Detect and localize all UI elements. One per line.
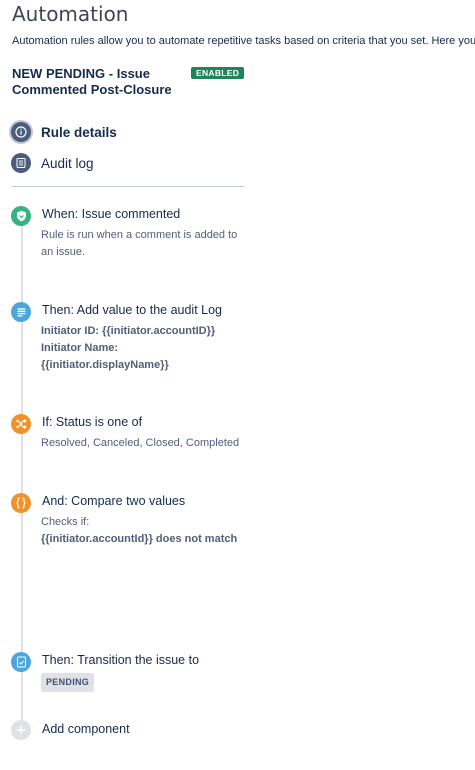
- shuffle-icon: [11, 414, 31, 434]
- component-title: When: Issue commented: [42, 207, 181, 221]
- nav-label-audit-log: Audit log: [41, 155, 94, 171]
- component-description: PENDING: [41, 673, 251, 692]
- status-lozenge: PENDING: [41, 673, 95, 692]
- transition-icon: [11, 652, 31, 672]
- description-line: Checks if:: [41, 516, 90, 528]
- description-line: Rule is run when a comment is added to: [41, 229, 238, 241]
- list-icon: [11, 153, 31, 173]
- component-description: Checks if: {{initiator.accountId}} does …: [41, 514, 281, 548]
- nav-audit-log[interactable]: Audit log: [11, 153, 94, 173]
- component-title: If: Status is one of: [42, 415, 143, 429]
- nav-label-rule-details: Rule details: [41, 124, 117, 140]
- status-badge: ENABLED: [191, 67, 245, 79]
- info-icon: [11, 122, 31, 142]
- component-title: Then: Transition the issue to: [42, 653, 200, 667]
- plus-icon: [11, 720, 31, 740]
- page-title: Automation: [12, 2, 129, 26]
- nav-rule-details[interactable]: Rule details: [11, 122, 117, 142]
- braces-icon: [11, 493, 31, 513]
- description-line: {{initiator.displayName}}: [41, 359, 169, 371]
- description-line: Initiator ID: {{initiator.accountID}}: [41, 325, 216, 337]
- document-icon: [11, 302, 31, 322]
- rule-name: NEW PENDING - Issue Commented Post-Closu…: [12, 66, 172, 97]
- description-line: Initiator Name:: [41, 342, 119, 354]
- component-description: Resolved, Canceled, Closed, Completed: [41, 435, 281, 452]
- component-description: Rule is run when a comment is added to a…: [41, 227, 251, 261]
- description-line: an issue.: [41, 246, 86, 258]
- page-description: Automation rules allow you to automate r…: [12, 35, 475, 47]
- description-line: {{initiator.accountId}} does not match: [41, 533, 238, 545]
- component-title: And: Compare two values: [42, 494, 186, 508]
- shield-icon: [11, 206, 31, 226]
- component-title: Then: Add value to the audit Log: [42, 303, 222, 317]
- component-description: Initiator ID: {{initiator.accountID}} In…: [41, 323, 251, 374]
- divider: [12, 186, 244, 187]
- add-component-label: Add component: [42, 722, 130, 736]
- description-line: Resolved, Canceled, Closed, Completed: [41, 437, 240, 449]
